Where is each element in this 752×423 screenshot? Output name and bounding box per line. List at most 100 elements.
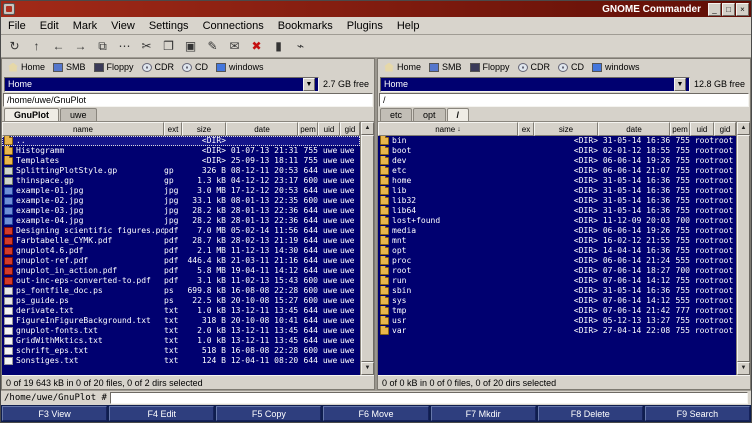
chevron-down-icon[interactable]: ▼	[674, 78, 686, 91]
file-row[interactable]: ..<DIR>	[2, 136, 360, 146]
file-row[interactable]: SplittingPlotStyle.gpgp326 B 08-12-11 20…	[2, 166, 360, 176]
file-row[interactable]: dev<DIR> 06-06-14 19:26755 rootroot	[378, 156, 736, 166]
scrollbar-thumb[interactable]	[737, 135, 750, 362]
smb-drive-button[interactable]: SMB	[425, 60, 466, 74]
file-row[interactable]: Farbtabelle_CYMK.pdfpdf28.7 kB 28-02-13 …	[2, 236, 360, 246]
scrollbar-thumb[interactable]	[361, 135, 374, 362]
menu-mark[interactable]: Mark	[66, 19, 104, 33]
file-row[interactable]: Sonstiges.txttxt124 B 12-04-11 08:20644 …	[2, 356, 360, 366]
home-drive-button[interactable]: Home	[4, 60, 49, 74]
file-row[interactable]: tmp<DIR> 07-06-14 21:42777 rootroot	[378, 306, 736, 316]
right-directory-indicator[interactable]: /	[379, 93, 749, 107]
left-directory-indicator[interactable]: /home/uwe/GnuPlot	[3, 93, 373, 107]
copy-filenames-icon[interactable]: ⧉	[92, 36, 113, 56]
file-row[interactable]: gnuplot4.6.pdfpdf2.1 MB 11-12-13 14:3064…	[2, 246, 360, 256]
floppy-drive-button[interactable]: Floppy	[90, 60, 138, 74]
cdr-drive-button[interactable]: CDR	[514, 60, 555, 74]
column-header-perm[interactable]: pem	[670, 122, 690, 136]
file-row[interactable]: out-inc-eps-converted-to.pdfpdf3.1 kB 11…	[2, 276, 360, 286]
column-header-ext[interactable]: ext	[164, 122, 182, 136]
column-header-name[interactable]: name	[2, 122, 164, 136]
file-row[interactable]: gnuplot-fonts.txttxt2.0 kB 13-12-11 13:4…	[2, 326, 360, 336]
tab-uwe[interactable]: uwe	[60, 108, 97, 121]
chevron-down-icon[interactable]: ▼	[303, 78, 315, 91]
terminal-icon[interactable]: ▮	[268, 36, 289, 56]
history-icon[interactable]: ⋯	[114, 36, 135, 56]
tab-GnuPlot[interactable]: GnuPlot	[4, 108, 59, 121]
file-row[interactable]: proc<DIR> 06-06-14 21:24555 rootroot	[378, 256, 736, 266]
column-header-gid[interactable]: gid	[714, 122, 736, 136]
file-row[interactable]: example-04.jpgjpg28.2 kB 28-01-13 22:366…	[2, 216, 360, 226]
file-row[interactable]: gnuplot_in_action.pdfpdf5.8 MB 19-04-11 …	[2, 266, 360, 276]
menu-file[interactable]: File	[1, 19, 33, 33]
cdr-drive-button[interactable]: CDR	[138, 60, 179, 74]
tab-opt[interactable]: opt	[413, 108, 446, 121]
edit-icon[interactable]: ✎	[202, 36, 223, 56]
tab-[interactable]: /	[447, 108, 470, 121]
up-dir-icon[interactable]: ↑	[26, 36, 47, 56]
scroll-up-icon[interactable]: ▲	[361, 122, 374, 135]
cd-drive-button[interactable]: CD	[554, 60, 588, 74]
file-row[interactable]: thinspace.gpgp1.3 kB 04-12-12 23:17600 u…	[2, 176, 360, 186]
file-row[interactable]: lib<DIR> 31-05-14 16:36755 rootroot	[378, 186, 736, 196]
column-header-perm[interactable]: pem	[298, 122, 318, 136]
file-row[interactable]: bin<DIR> 31-05-14 16:36755 rootroot	[378, 136, 736, 146]
file-row[interactable]: example-03.jpgjpg28.2 kB 28-01-13 22:366…	[2, 206, 360, 216]
back-icon[interactable]: ←	[48, 36, 69, 56]
home-drive-button[interactable]: Home	[380, 60, 425, 74]
file-row[interactable]: etc<DIR> 06-06-14 21:07755 rootroot	[378, 166, 736, 176]
file-row[interactable]: sys<DIR> 07-06-14 14:12555 rootroot	[378, 296, 736, 306]
maximize-button[interactable]: □	[722, 3, 735, 16]
menu-help[interactable]: Help	[390, 19, 427, 33]
command-input[interactable]	[110, 392, 748, 404]
file-row[interactable]: schrift_eps.txttxt518 B 16-08-08 22:2860…	[2, 346, 360, 356]
windows-drive-button[interactable]: windows	[588, 60, 644, 74]
file-row[interactable]: Templates<DIR> 25-09-13 18:11755 uweuwe	[2, 156, 360, 166]
column-header-ext[interactable]: ex	[518, 122, 534, 136]
column-header-uid[interactable]: uid	[690, 122, 714, 136]
file-row[interactable]: lib64<DIR> 31-05-14 16:36755 rootroot	[378, 206, 736, 216]
scroll-down-icon[interactable]: ▼	[737, 362, 750, 375]
fkey-f8-button[interactable]: F8 Delete	[538, 406, 643, 421]
file-row[interactable]: ps_fontfile_doc.psps699.8 kB 16-08-08 22…	[2, 286, 360, 296]
file-row[interactable]: derivate.txttxt1.0 kB 13-12-11 13:45644 …	[2, 306, 360, 316]
column-header-name[interactable]: name↓	[378, 122, 518, 136]
file-row[interactable]: FigureInFigureBackground.txttxt318 B 20-…	[2, 316, 360, 326]
file-row[interactable]: example-01.jpgjpg3.0 MB 17-12-12 20:5364…	[2, 186, 360, 196]
right-connection-combo[interactable]: Home ▼	[380, 77, 690, 92]
scroll-down-icon[interactable]: ▼	[361, 362, 374, 375]
column-header-uid[interactable]: uid	[318, 122, 340, 136]
cd-drive-button[interactable]: CD	[178, 60, 212, 74]
column-header-size[interactable]: size	[182, 122, 226, 136]
file-row[interactable]: var<DIR> 27-04-14 22:08755 rootroot	[378, 326, 736, 336]
fkey-f5-button[interactable]: F5 Copy	[216, 406, 321, 421]
file-row[interactable]: opt<DIR> 14-04-14 16:36755 rootroot	[378, 246, 736, 256]
connect-icon[interactable]: ⌁	[290, 36, 311, 56]
forward-icon[interactable]: →	[70, 36, 91, 56]
file-row[interactable]: lost+found<DIR> 11-12-09 20:03700 rootro…	[378, 216, 736, 226]
tab-etc[interactable]: etc	[380, 108, 412, 121]
file-row[interactable]: gnuplot-ref.pdfpdf446.4 kB 21-03-11 21:1…	[2, 256, 360, 266]
delete-icon[interactable]: ✖	[246, 36, 267, 56]
refresh-icon[interactable]: ↻	[4, 36, 25, 56]
menu-bookmarks[interactable]: Bookmarks	[271, 19, 340, 33]
mail-icon[interactable]: ✉	[224, 36, 245, 56]
floppy-drive-button[interactable]: Floppy	[466, 60, 514, 74]
copy-icon[interactable]: ❐	[158, 36, 179, 56]
file-row[interactable]: sbin<DIR> 31-05-14 16:36755 rootroot	[378, 286, 736, 296]
column-header-date[interactable]: date	[226, 122, 298, 136]
cut-icon[interactable]: ✂	[136, 36, 157, 56]
file-row[interactable]: ps_guide.psps22.5 kB 20-10-08 15:27600 u…	[2, 296, 360, 306]
fkey-f3-button[interactable]: F3 View	[2, 406, 107, 421]
file-row[interactable]: GridWithMktics.txttxt1.0 kB 13-12-11 13:…	[2, 336, 360, 346]
close-button[interactable]: ×	[736, 3, 749, 16]
file-row[interactable]: root<DIR> 07-06-14 18:27700 rootroot	[378, 266, 736, 276]
menu-plugins[interactable]: Plugins	[340, 19, 390, 33]
menu-view[interactable]: View	[104, 19, 142, 33]
paste-icon[interactable]: ▣	[180, 36, 201, 56]
file-row[interactable]: home<DIR> 31-05-14 16:36755 rootroot	[378, 176, 736, 186]
file-row[interactable]: boot<DIR> 02-01-12 18:55755 rootroot	[378, 146, 736, 156]
scroll-up-icon[interactable]: ▲	[737, 122, 750, 135]
column-header-date[interactable]: date	[598, 122, 670, 136]
smb-drive-button[interactable]: SMB	[49, 60, 90, 74]
